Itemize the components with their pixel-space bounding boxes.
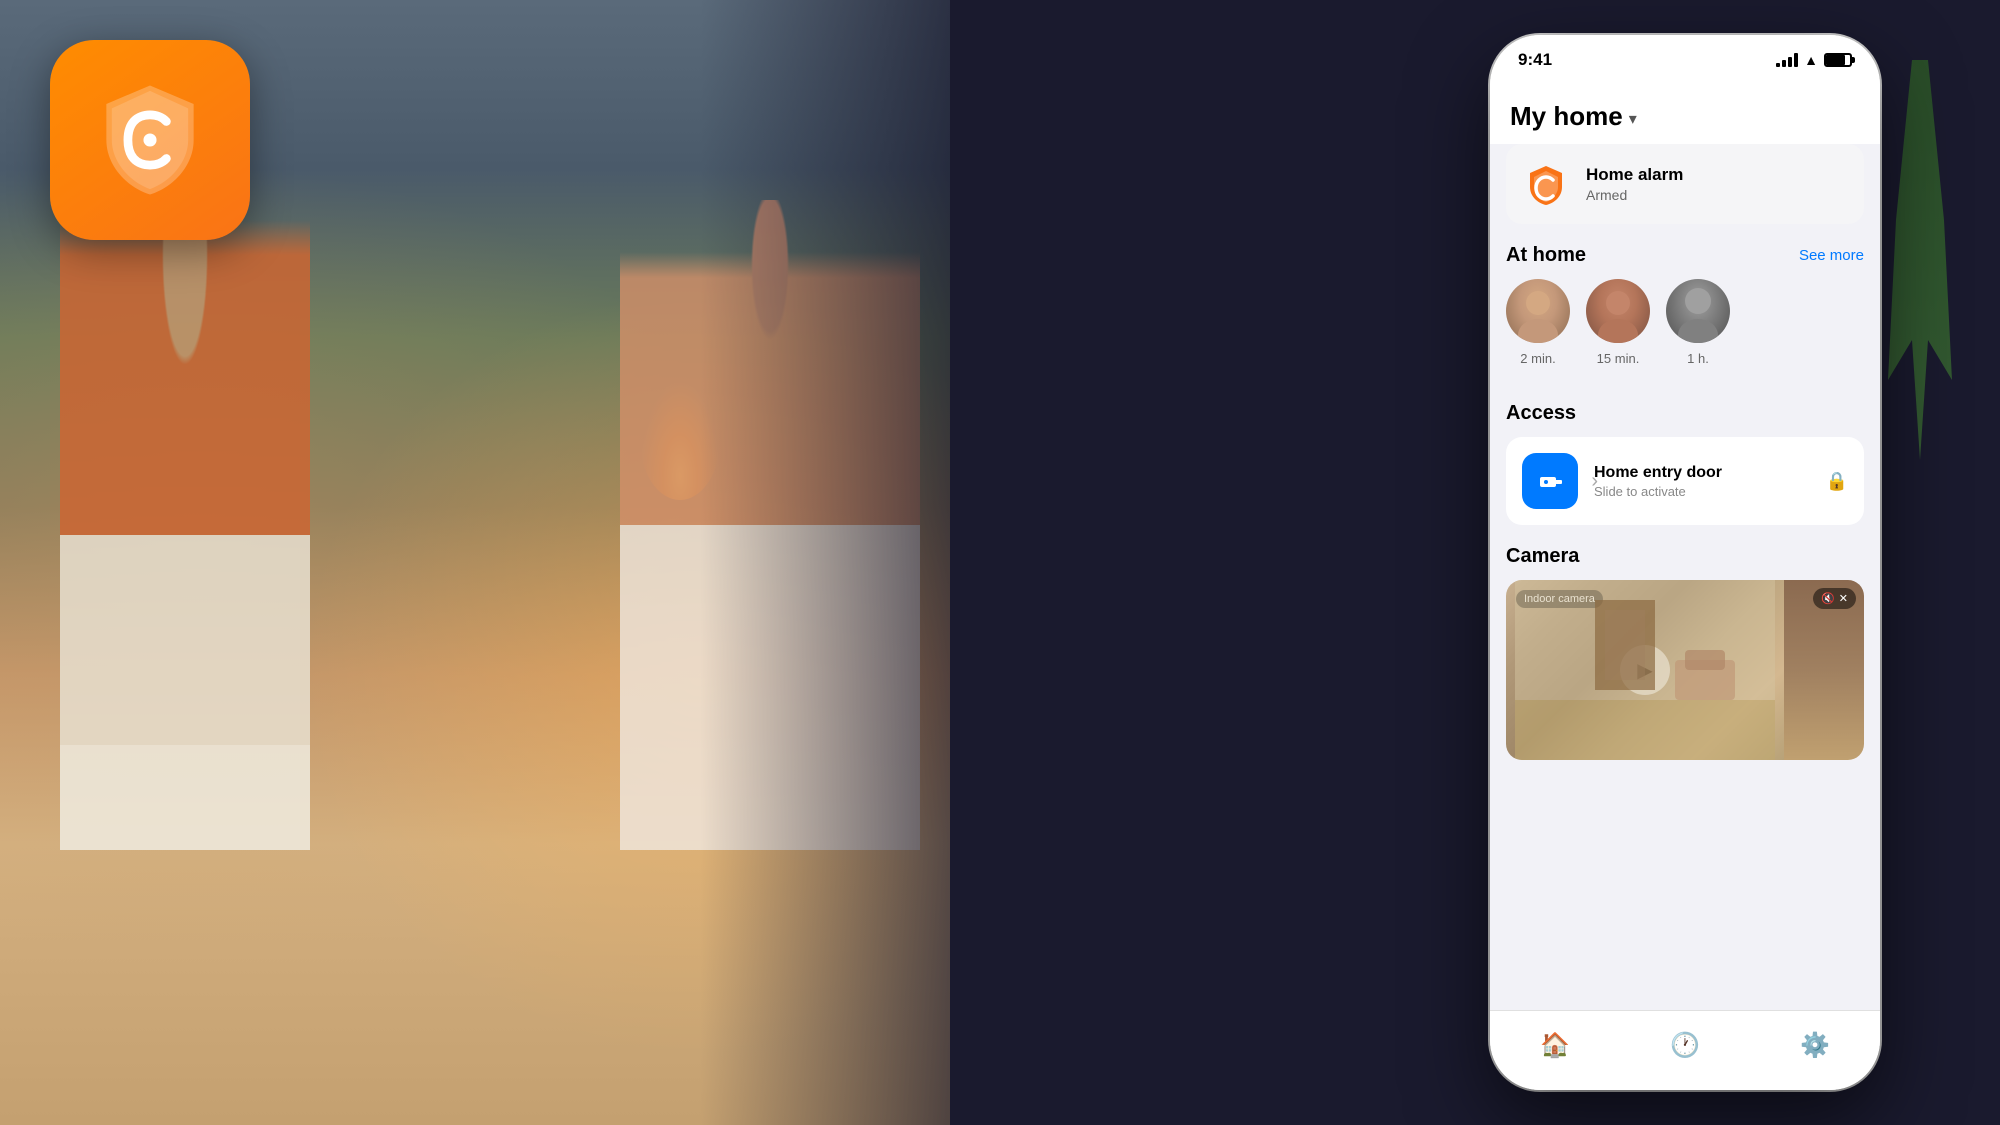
person-2-avatar-image [1586, 279, 1650, 343]
history-tab-icon: 🕐 [1670, 1031, 1700, 1060]
home-tab-icon: 🏠 [1540, 1031, 1570, 1060]
access-door-text: Home entry door Slide to activate [1594, 464, 1810, 499]
home-title-row[interactable]: My home ▾ [1510, 101, 1860, 132]
chevron-down-icon[interactable]: ▾ [1629, 109, 1637, 129]
alarm-shield-icon [1525, 163, 1567, 205]
alarm-icon-wrap [1522, 160, 1570, 208]
alarm-status: Armed [1586, 187, 1683, 203]
alarm-title: Home alarm [1586, 165, 1683, 185]
person-item-3[interactable]: 1 h. [1666, 279, 1730, 366]
key-icon [1536, 467, 1564, 495]
phone-header: My home ▾ [1490, 85, 1880, 144]
camera-main-view: Indoor camera ▶ [1506, 580, 1784, 760]
camera-side-view: 🔇 ✕ [1784, 580, 1864, 760]
camera-header: Camera [1490, 525, 1880, 580]
person-right-figure [620, 200, 920, 850]
camera-inner: Indoor camera ▶ [1506, 580, 1864, 760]
alarm-text: Home alarm Armed [1586, 165, 1683, 203]
signal-icon [1776, 53, 1798, 67]
mute-button[interactable]: 🔇 ✕ [1813, 588, 1856, 609]
tab-history[interactable]: 🕐 [1620, 1031, 1750, 1060]
access-header: Access [1490, 382, 1880, 437]
at-home-title: At home [1506, 244, 1586, 267]
status-icons: ▲ [1776, 52, 1852, 68]
battery-icon [1824, 53, 1852, 67]
settings-tab-icon: ⚙️ [1800, 1031, 1830, 1060]
see-more-link[interactable]: See more [1799, 247, 1864, 264]
camera-feed-visual [1506, 580, 1784, 760]
person-1-time: 2 min. [1520, 351, 1555, 366]
camera-preview[interactable]: Indoor camera ▶ [1506, 580, 1864, 760]
person-1-avatar-image [1506, 279, 1570, 343]
home-title: My home [1510, 101, 1623, 132]
at-home-header: At home See more [1490, 224, 1880, 279]
status-time: 9:41 [1518, 50, 1552, 70]
camera-title: Camera [1506, 545, 1579, 568]
access-card[interactable]: Home entry door Slide to activate 🔒 [1506, 437, 1864, 525]
person-3-time: 1 h. [1687, 351, 1709, 366]
access-icon-wrap [1522, 453, 1578, 509]
door-action: Slide to activate [1594, 484, 1810, 499]
tab-bar: 🏠 🕐 ⚙️ [1490, 1010, 1880, 1090]
person-2-time: 15 min. [1597, 351, 1640, 366]
person-3-avatar-image [1666, 279, 1730, 343]
shield-app-icon [90, 80, 210, 200]
door-name: Home entry door [1594, 464, 1810, 482]
lock-icon: 🔒 [1826, 471, 1848, 492]
avatar-1 [1506, 279, 1570, 343]
status-bar: 9:41 ▲ [1490, 35, 1880, 85]
alarm-card[interactable]: Home alarm Armed [1506, 144, 1864, 224]
tab-home[interactable]: 🏠 [1490, 1031, 1620, 1060]
person-left-figure [60, 150, 310, 850]
mute-x: ✕ [1839, 592, 1848, 605]
people-row: 2 min. 15 min. 1 h. [1490, 279, 1880, 382]
mute-icon: 🔇 [1821, 592, 1835, 605]
tab-settings[interactable]: ⚙️ [1750, 1031, 1880, 1060]
app-icon[interactable] [50, 40, 250, 240]
phone-scroll-content[interactable]: My home ▾ Home alarm Armed At home [1490, 85, 1880, 1010]
avatar-3 [1666, 279, 1730, 343]
person-item-2[interactable]: 15 min. [1586, 279, 1650, 366]
person-item-1[interactable]: 2 min. [1506, 279, 1570, 366]
wifi-icon: ▲ [1804, 52, 1818, 68]
avatar-2 [1586, 279, 1650, 343]
phone-mockup: 9:41 ▲ My home ▾ [1490, 35, 1880, 1090]
access-title: Access [1506, 402, 1576, 425]
